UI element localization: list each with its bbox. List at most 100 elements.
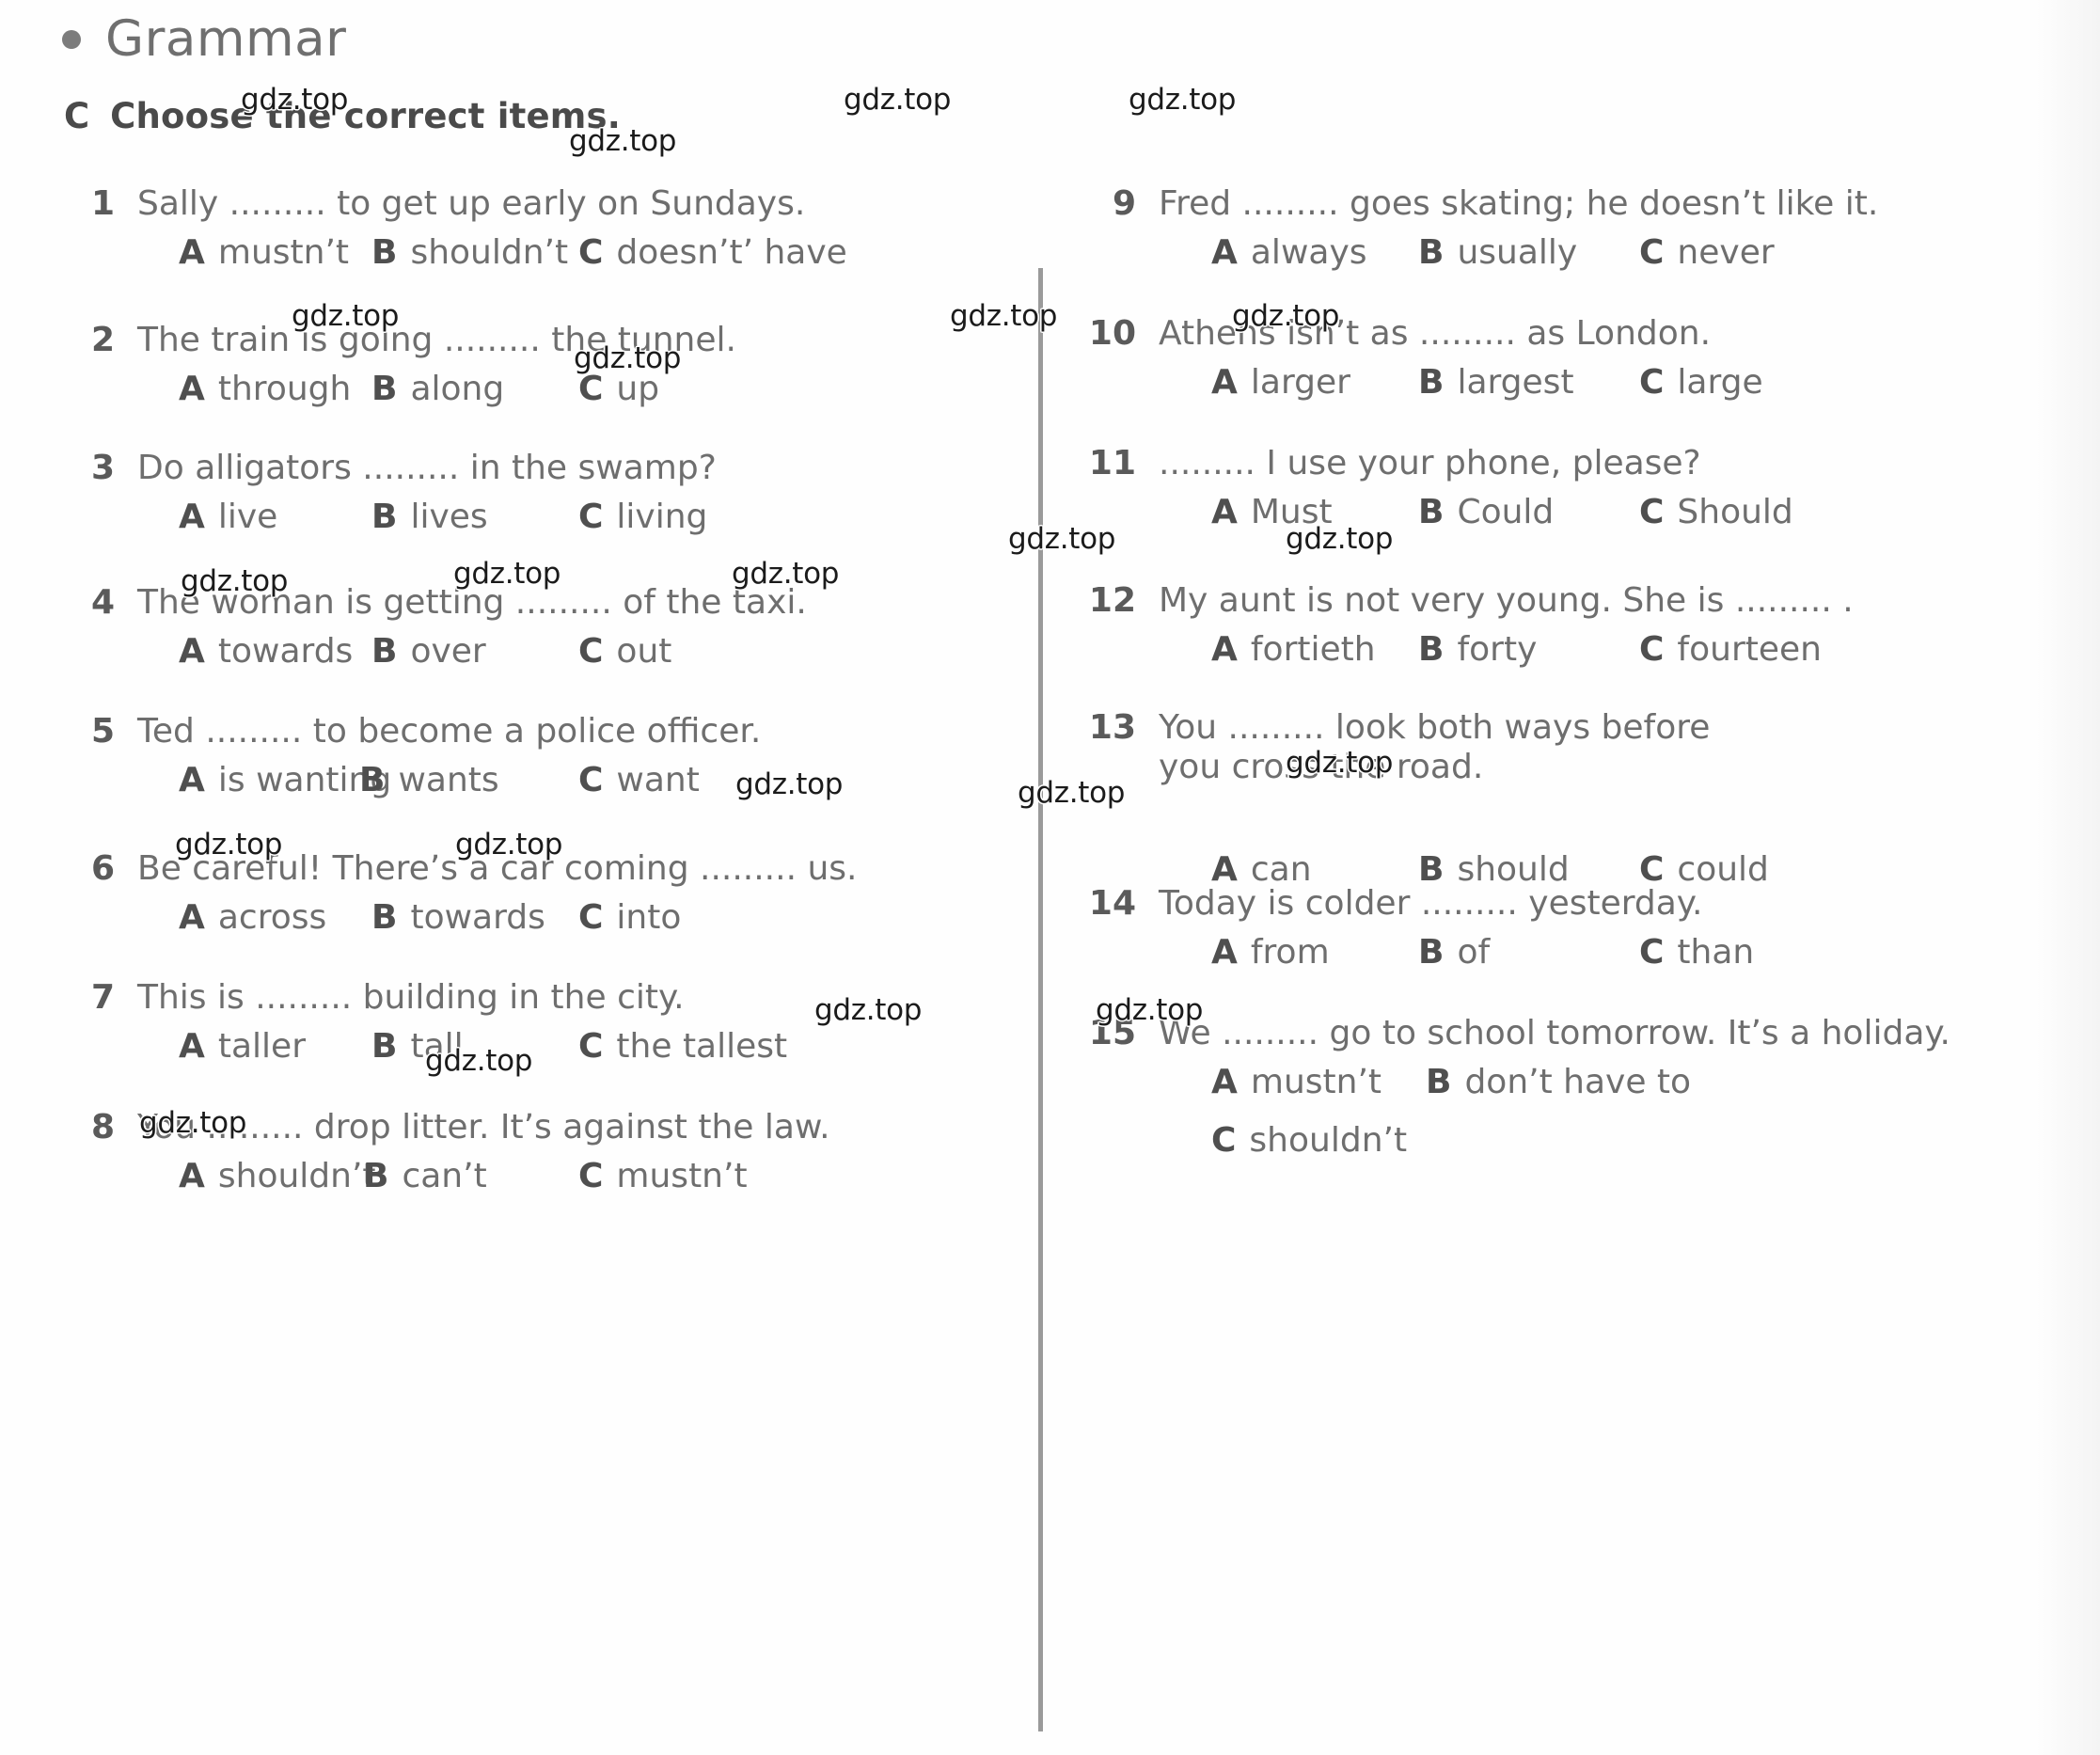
answer-option-c[interactable]: Cout <box>578 632 671 672</box>
question-text: ......... I use your phone, please? <box>1159 444 1701 482</box>
answer-option-a[interactable]: Alive <box>179 498 277 537</box>
question-prompt-row: 15 We ......... go to school tomorrow. It… <box>1072 1014 2100 1053</box>
answer-option-b[interactable]: Bwants <box>359 761 499 800</box>
answer-option-a[interactable]: A Must <box>1211 493 1333 532</box>
answer-option-c[interactable]: Cmustn’t <box>578 1157 748 1196</box>
answer-option-b[interactable]: Balong <box>371 370 504 409</box>
answer-option-a[interactable]: Alarger <box>1211 363 1350 403</box>
question-text: Be careful! There’s a car coming .......… <box>137 849 858 888</box>
answer-option-label: into <box>616 898 682 938</box>
answer-option-c[interactable]: Cliving <box>578 498 707 537</box>
question-text: Today is colder ......... yesterday. <box>1159 884 1703 923</box>
watermark: gdz.top <box>844 83 952 117</box>
answer-option-letter: C <box>578 1027 604 1067</box>
answer-option-b[interactable]: Btowards <box>371 898 545 938</box>
answer-option-a[interactable]: Aalways <box>1211 233 1367 273</box>
question-text: The woman is getting ......... of the ta… <box>137 583 807 622</box>
answer-option-label: fourteen <box>1677 630 1822 670</box>
answer-option-label: tall <box>410 1027 464 1067</box>
answer-option-label: Should <box>1677 493 1793 532</box>
answer-option-label: larger <box>1250 363 1350 403</box>
answer-option-c[interactable]: Cshouldn’t <box>1211 1121 1407 1161</box>
answer-option-label: mustn’t <box>1250 1063 1382 1102</box>
answer-option-b[interactable]: Bover <box>371 632 486 672</box>
answer-option-c[interactable]: Clarge <box>1639 363 1763 403</box>
answer-option-letter: A <box>179 233 205 273</box>
question-text: My aunt is not very young. She is ......… <box>1159 581 1854 620</box>
answer-option-letter: A <box>1211 363 1238 403</box>
answer-option-label: live <box>217 498 278 537</box>
answer-option-label: towards <box>217 632 354 672</box>
answer-option-c[interactable]: Cinto <box>578 898 681 938</box>
answer-option-letter: A <box>179 370 205 409</box>
answer-option-c[interactable]: Cnever <box>1639 233 1775 273</box>
answer-option-a[interactable]: Ashouldn’t <box>179 1157 376 1196</box>
answer-option-a[interactable]: Athrough <box>179 370 351 409</box>
answer-option-c[interactable]: Cdoesn’t’ have <box>578 233 847 273</box>
answer-option-a[interactable]: Amustn’t <box>179 233 349 273</box>
answer-option-a[interactable]: Afortieth <box>1211 630 1376 670</box>
answer-option-label: through <box>217 370 352 409</box>
question-number: 7 <box>90 978 115 1017</box>
answer-option-a[interactable]: Aacross <box>179 898 326 938</box>
question-prompt-row: 7 This is ......... building in the city. <box>66 978 1100 1018</box>
answer-option-c[interactable]: Cup <box>578 370 659 409</box>
answer-option-a[interactable]: Afrom <box>1211 933 1330 972</box>
question-prompt-row: 11 ......... I use your phone, please? <box>1072 444 2100 483</box>
answer-option-c[interactable]: C Should <box>1639 493 1793 532</box>
answer-option-b[interactable]: Bdon’t have to <box>1426 1063 1691 1102</box>
task-instruction-row: C Choose the correct items. <box>64 96 621 136</box>
answer-option-letter: C <box>1639 630 1665 670</box>
answer-option-letter: B <box>371 1027 398 1067</box>
answer-option-b[interactable]: Bof <box>1418 933 1490 972</box>
question-prompt-row: 13 You ......... look both ways before yo… <box>1072 708 2100 788</box>
question-prompt-row: 14 Today is colder ......... yesterday. <box>1072 884 2100 924</box>
answer-option-a[interactable]: Ataller <box>179 1027 306 1067</box>
question-number: 13 <box>1088 708 1136 747</box>
answer-option-letter: A <box>179 1157 205 1196</box>
question-prompt-row: 5 Ted ......... to become a police office… <box>66 712 1100 751</box>
answer-option-letter: B <box>371 632 398 672</box>
answer-option-label: forty <box>1457 630 1538 670</box>
question-prompt-row: 2 The train is going ......... the tunnel… <box>66 321 1100 360</box>
answer-option-a[interactable]: Atowards <box>179 632 353 672</box>
answer-option-a[interactable]: Amustn’t <box>1211 1063 1382 1102</box>
answer-option-letter: A <box>179 498 205 537</box>
answer-option-b[interactable]: Bcan’t <box>363 1157 487 1196</box>
answer-option-letter: A <box>1211 630 1238 670</box>
answer-option-b[interactable]: Bforty <box>1418 630 1537 670</box>
answer-option-letter: A <box>179 761 205 800</box>
answer-option-letter: C <box>1639 363 1665 403</box>
answer-option-b[interactable]: Busually <box>1418 233 1577 273</box>
answer-option-b[interactable]: B Could <box>1418 493 1554 532</box>
answer-option-letter: C <box>578 632 604 672</box>
answer-option-c[interactable]: Cthe tallest <box>578 1027 787 1067</box>
answer-option-letter: C <box>1639 933 1665 972</box>
answer-options: Amustn’t Bshouldn’t Cdoesn’t’ have <box>179 233 1100 277</box>
answer-option-c[interactable]: Cfourteen <box>1639 630 1822 670</box>
answer-option-label: shouldn’t <box>217 1157 376 1196</box>
answer-option-letter: C <box>578 498 604 537</box>
answer-option-c[interactable]: Cthan <box>1639 933 1754 972</box>
answer-option-b[interactable]: Bshouldn’t <box>371 233 568 273</box>
answer-option-letter: B <box>1418 493 1445 532</box>
answer-option-b[interactable]: Btall <box>371 1027 464 1067</box>
answer-option-letter: B <box>1418 363 1445 403</box>
answer-options: Alarger Blargest Clarge <box>1211 363 2100 406</box>
answer-option-label: lives <box>410 498 488 537</box>
question-text: We ......... go to school tomorrow. It’s… <box>1159 1014 1950 1052</box>
question-prompt-row: 4 The woman is getting ......... of the t… <box>66 583 1100 623</box>
answer-option-label: mustn’t <box>616 1157 748 1196</box>
answer-option-c[interactable]: Cwant <box>578 761 700 800</box>
question-item: 7 This is ......... building in the city.… <box>66 978 1100 1070</box>
question-item: 4 The woman is getting ......... of the t… <box>66 583 1100 675</box>
answer-option-b[interactable]: Blives <box>371 498 488 537</box>
answer-option-letter: C <box>578 898 604 938</box>
answer-option-letter: A <box>179 632 205 672</box>
answer-option-letter: B <box>1418 933 1445 972</box>
question-item: 9 Fred ......... goes skating; he doesn’t… <box>1072 184 2100 277</box>
answer-option-letter: C <box>578 370 604 409</box>
answer-option-b[interactable]: Blargest <box>1418 363 1574 403</box>
answer-option-label: shouldn’t <box>1249 1121 1408 1161</box>
answer-option-letter: B <box>1426 1063 1452 1102</box>
